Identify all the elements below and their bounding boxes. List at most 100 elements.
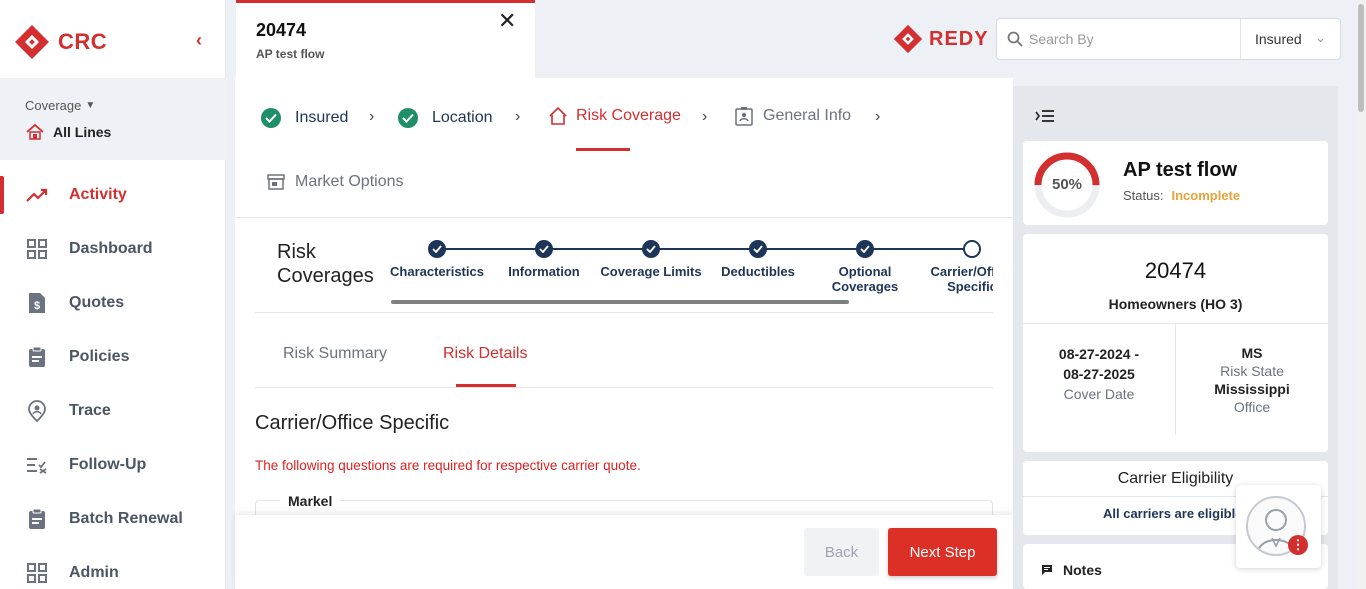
brand-name: CRC (58, 29, 108, 54)
file-tab-number: 20474 (256, 20, 307, 40)
note-icon (1042, 565, 1052, 575)
policy-number: 20474 (1144, 258, 1207, 283)
sidebar-item-batch-renewal[interactable]: Batch Renewal (0, 492, 226, 546)
search-input[interactable] (1029, 31, 1229, 47)
chevron-right-icon: › (702, 108, 708, 125)
progress-percent: 50% (1051, 176, 1083, 193)
store-icon (267, 174, 285, 190)
alert-badge-icon: ⋮ (1288, 535, 1308, 555)
search-bar: Insured ⌄ (996, 18, 1341, 60)
substep-node[interactable] (642, 240, 660, 258)
step-general-info[interactable]: General Info (735, 106, 851, 126)
step-market-options[interactable]: Market Options (267, 173, 403, 191)
file-tab[interactable]: 20474 AP test flow (236, 0, 535, 78)
coverage-selector[interactable]: Coverage ▼ All Lines (0, 78, 226, 160)
sidebar-nav: Activity Dashboard $ Quotes Policies Tra… (0, 168, 226, 589)
house-icon (549, 106, 567, 125)
home-lines-icon (26, 123, 44, 140)
back-button[interactable]: Back (804, 528, 879, 576)
id-card-icon (735, 107, 753, 126)
clipboard-icon (26, 508, 48, 530)
sidebar-item-policies[interactable]: Policies (0, 330, 226, 384)
sidebar-item-activity[interactable]: Activity (0, 168, 226, 222)
substep-node[interactable] (535, 240, 553, 258)
group-legend: Markel (280, 493, 341, 509)
step-insured[interactable]: Insured (261, 108, 348, 128)
search-icon (1007, 31, 1023, 47)
page-scrollbar[interactable] (1356, 0, 1366, 589)
risk-state: MS Risk State Mississippi Office (1176, 344, 1328, 416)
detail-tabs: Risk Summary Risk Details (255, 313, 993, 388)
tab-risk-summary[interactable]: Risk Summary (283, 345, 387, 363)
sidebar-item-label: Activity (69, 186, 127, 203)
status-value: Incomplete (1171, 188, 1241, 203)
location-user-icon (26, 400, 48, 422)
active-tab-underline (456, 384, 516, 387)
svg-text:$: $ (34, 300, 40, 312)
cover-dates: 08-27-2024 - 08-27-2025 Cover Date (1023, 344, 1175, 404)
brand-logo[interactable]: CRC (14, 24, 107, 60)
sidebar-item-quotes[interactable]: $ Quotes (0, 276, 226, 330)
substep-node[interactable] (428, 240, 446, 258)
sidebar-item-label: Admin (69, 564, 119, 581)
product-name: REDY (929, 27, 989, 50)
substep-node-current[interactable] (963, 240, 981, 258)
chevron-down-icon[interactable]: ⌄ (1315, 30, 1326, 46)
sidebar-item-dashboard[interactable]: Dashboard (0, 222, 226, 276)
main-panel: Insured › Location › Risk Coverage › Gen… (235, 78, 1013, 589)
sidebar-item-follow-up[interactable]: Follow-Up (0, 438, 226, 492)
risk-coverages-header: Risk Coverages Characteristics Informati… (255, 218, 993, 313)
step-label: Location (432, 109, 493, 126)
grid-icon (26, 562, 48, 584)
scrollbar-thumb[interactable] (1358, 4, 1364, 112)
quote-doc-icon: $ (26, 292, 48, 314)
coverage-label: Coverage (25, 98, 82, 113)
policy-type: Homeowners (HO 3) (1108, 296, 1243, 312)
chevron-right-icon: › (875, 108, 881, 125)
state-code: MS (1241, 345, 1263, 361)
step-label: Market Options (295, 173, 404, 190)
search-scope-select[interactable]: Insured (1255, 31, 1302, 47)
status-line: Status: Incomplete (1123, 188, 1240, 203)
step-risk-coverage[interactable]: Risk Coverage (548, 106, 681, 126)
trending-up-icon (26, 184, 48, 206)
check-circle-icon (398, 108, 418, 128)
tab-risk-details[interactable]: Risk Details (443, 345, 527, 363)
substep-label[interactable]: Carrier/Office Specific (922, 264, 993, 294)
support-chat-widget[interactable]: ⋮ (1236, 485, 1321, 568)
cover-date-label: Cover Date (1063, 386, 1135, 402)
office-name: Mississippi (1214, 381, 1290, 397)
substep-node[interactable] (749, 240, 767, 258)
close-tab-icon[interactable]: ✕ (498, 10, 516, 32)
substep-label[interactable]: Information (489, 264, 599, 279)
step-label: General Info (763, 107, 852, 124)
redy-logo-icon (893, 24, 923, 54)
chevron-right-icon: › (369, 108, 375, 125)
substep-label[interactable]: Coverage Limits (596, 264, 706, 279)
step-location[interactable]: Location (398, 108, 493, 128)
horizontal-scrollbar[interactable] (391, 300, 849, 304)
policy-card: 20474 Homeowners (HO 3) 08-27-2024 - 08-… (1023, 234, 1328, 452)
sidebar-item-label: Quotes (69, 294, 125, 311)
chevron-right-icon: › (515, 108, 521, 125)
current-step-underline (576, 148, 630, 151)
redy-logo: REDY (893, 24, 989, 54)
progress-card: 50% AP test flow Status: Incomplete (1023, 141, 1328, 225)
panel-toggle-icon[interactable] (1035, 108, 1055, 124)
sidebar-item-admin[interactable]: Admin (0, 546, 226, 589)
collapse-sidebar-icon[interactable]: ‹ (196, 30, 216, 50)
substep-label[interactable]: Optional Coverages (810, 264, 920, 294)
wizard-steps: Insured › Location › Risk Coverage › Gen… (235, 78, 1013, 218)
sidebar-item-label: Policies (69, 348, 130, 365)
office-label: Office (1233, 399, 1271, 415)
notes-title: Notes (1063, 562, 1102, 578)
eligibility-message: All carriers are eligible (1103, 506, 1238, 521)
insured-name: AP test flow (1123, 159, 1238, 181)
step-label: Insured (295, 109, 349, 126)
substep-node[interactable] (856, 240, 874, 258)
substep-label[interactable]: Deductibles (703, 264, 813, 279)
sidebar-item-trace[interactable]: Trace (0, 384, 226, 438)
next-step-button[interactable]: Next Step (888, 528, 997, 576)
cover-date-end: 08-27-2025 (1063, 366, 1135, 382)
substep-label[interactable]: Characteristics (382, 264, 492, 279)
